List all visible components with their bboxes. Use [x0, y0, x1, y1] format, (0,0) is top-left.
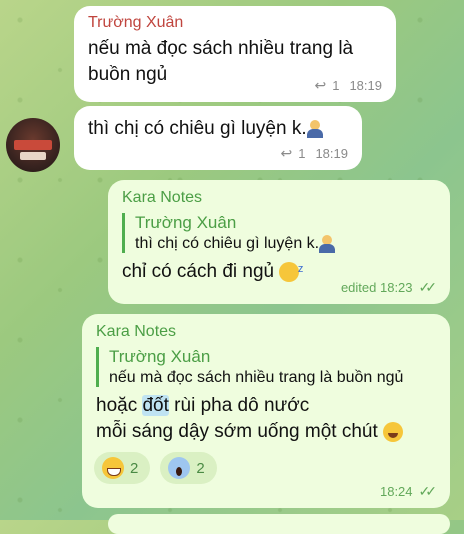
avatar-detail [20, 152, 46, 160]
person-emoji-icon [319, 235, 336, 253]
reply-quote[interactable]: Trường Xuân nếu mà đọc sách nhiều trang … [96, 347, 436, 387]
quote-sender: Trường Xuân [109, 347, 211, 366]
person-emoji-icon [306, 119, 323, 138]
sender-name[interactable]: Kara Notes [122, 189, 436, 207]
message-meta: edited 18:23 ✓✓ [340, 279, 438, 296]
screaming-face-icon [168, 457, 191, 479]
reply-count[interactable]: 1 [332, 78, 339, 93]
message-time: 18:19 [315, 146, 348, 161]
tears-of-joy-icon [383, 421, 404, 442]
reply-quote[interactable]: Trường Xuân thì chị có chiêu gì luyện k. [122, 213, 436, 254]
message-meta: ↩ 1 18:19 [280, 145, 348, 162]
sender-name[interactable]: Kara Notes [96, 323, 436, 341]
message-status: edited 18:23 [340, 280, 413, 295]
incoming-message[interactable]: Trường Xuân nếu mà đọc sách nhiều trang … [74, 6, 396, 102]
reply-icon: ↩ [280, 145, 293, 161]
avatar-banner [14, 140, 52, 150]
message-meta: 18:24 ✓✓ [379, 483, 438, 500]
sleepy-face-icon [279, 256, 303, 283]
message-meta: ↩ 1 18:19 [314, 77, 382, 94]
quote-text: thì chị có chiêu gì luyện k. [135, 235, 436, 253]
quote-sender: Trường Xuân [135, 213, 237, 232]
outgoing-message[interactable]: Kara Notes Trường Xuân nếu mà đọc sách n… [82, 314, 450, 508]
read-checks-icon: ✓✓ [418, 279, 438, 295]
incoming-message[interactable]: thì chị có chiêu gì luyện k. ↩ 1 18:19 [74, 106, 362, 170]
outgoing-message[interactable]: Kara Notes Trường Xuân thì chị có chiêu … [108, 180, 450, 304]
message-text: hoặc đốt rùi pha dô nước mỗi sáng dậy sớ… [96, 393, 436, 445]
sender-name[interactable]: Trường Xuân [88, 14, 382, 32]
highlighted-word[interactable]: đốt [142, 395, 169, 416]
grinning-face-icon [102, 457, 124, 479]
message-time: 18:19 [349, 78, 382, 93]
outgoing-message-partial[interactable] [108, 514, 450, 534]
message-time: 18:24 [379, 484, 413, 499]
quote-text: nếu mà đọc sách nhiều trang là buồn ngủ [109, 369, 404, 386]
reaction-count: 2 [196, 459, 205, 477]
reactions-bar: 2 2 [94, 452, 217, 484]
reaction-grinning[interactable]: 2 [94, 452, 151, 484]
avatar[interactable] [6, 118, 60, 172]
reaction-count: 2 [130, 459, 139, 477]
reply-icon: ↩ [314, 77, 327, 93]
read-checks-icon: ✓✓ [418, 483, 438, 499]
message-text: thì chị có chiêu gì luyện k. [88, 116, 348, 142]
reply-count[interactable]: 1 [298, 146, 305, 161]
reaction-screaming[interactable]: 2 [160, 452, 217, 484]
